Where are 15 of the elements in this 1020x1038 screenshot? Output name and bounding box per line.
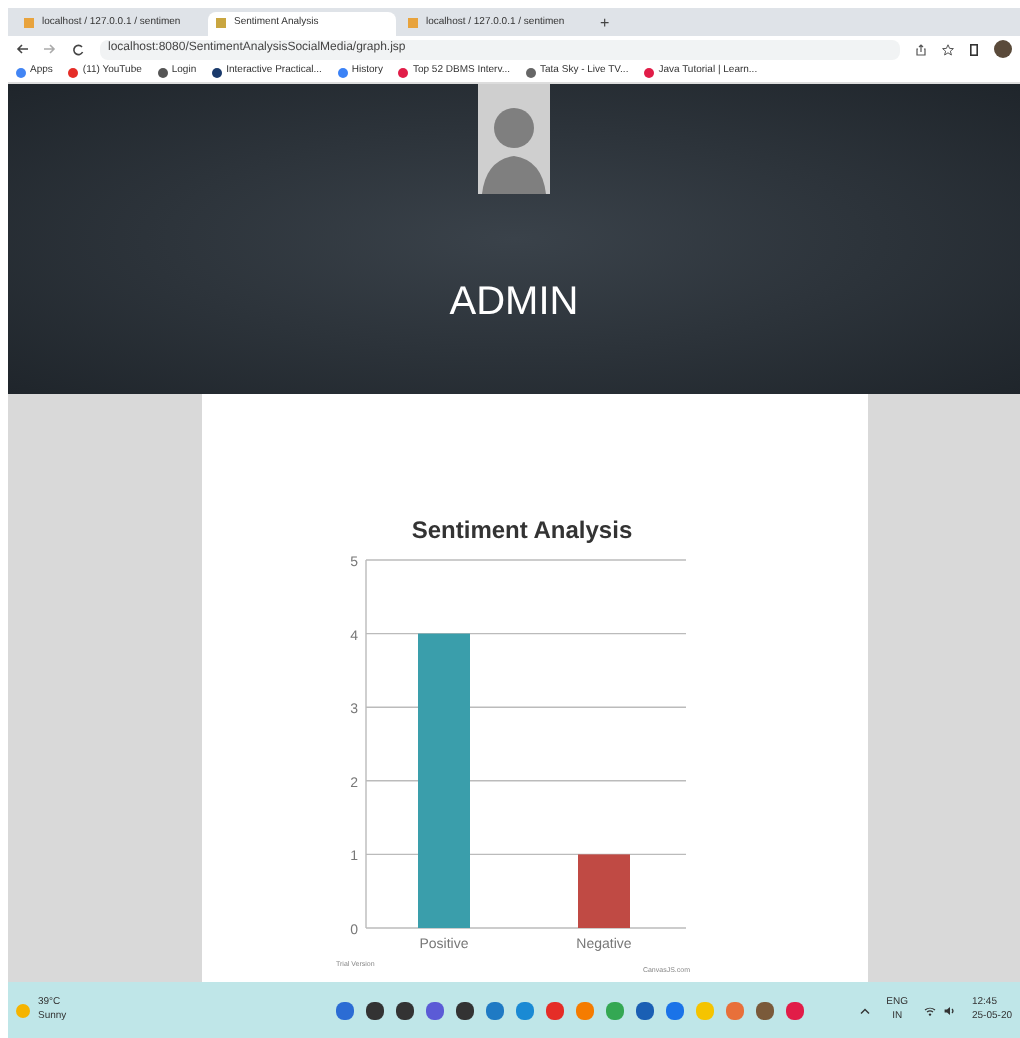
- sun-icon: [16, 1003, 30, 1018]
- star-icon[interactable]: [942, 43, 954, 56]
- panel-icon[interactable]: [970, 43, 978, 56]
- new-tab-button[interactable]: +: [600, 11, 610, 36]
- user-silhouette-icon: [478, 83, 550, 194]
- volume-icon[interactable]: [943, 1005, 956, 1016]
- reload-icon[interactable]: [72, 43, 84, 56]
- chevron-icon[interactable]: [860, 1007, 871, 1014]
- back-icon[interactable]: [16, 44, 28, 55]
- wifi-icon[interactable]: [923, 1005, 936, 1016]
- chart-title: Sentiment Analysis: [411, 516, 633, 545]
- share-icon[interactable]: [916, 43, 926, 56]
- user-name: ADMIN: [449, 277, 579, 328]
- avatar-icon[interactable]: [994, 40, 1012, 59]
- bar: [578, 854, 630, 929]
